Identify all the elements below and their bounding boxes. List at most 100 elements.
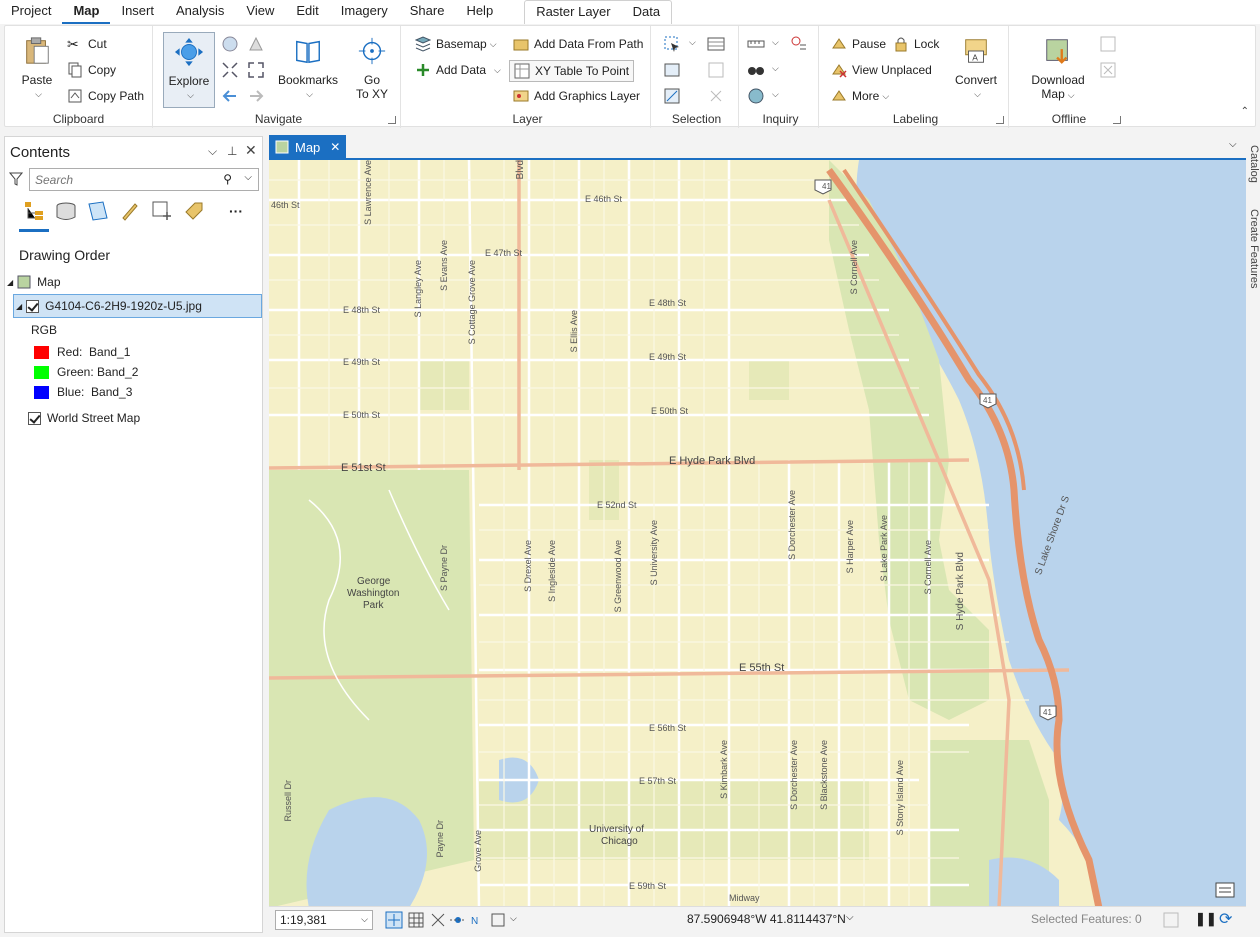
menu-share[interactable]: Share bbox=[399, 0, 456, 24]
snapping-icon[interactable] bbox=[429, 911, 447, 929]
go-to-xy-button[interactable]: Go To XY bbox=[351, 36, 393, 101]
pin-icon[interactable]: ⊥ bbox=[227, 144, 237, 158]
menu-map[interactable]: Map bbox=[62, 0, 111, 24]
collapse-ribbon-icon[interactable]: ⌃ bbox=[1241, 106, 1249, 117]
measure-icon[interactable] bbox=[747, 35, 765, 53]
fixed-zoom-in-icon[interactable] bbox=[221, 61, 239, 79]
more-labeling-button[interactable]: More ⌵ bbox=[831, 88, 889, 104]
list-by-editing-icon[interactable] bbox=[119, 200, 141, 222]
street-map-canvas[interactable] bbox=[269, 160, 1246, 906]
select-by-location-icon[interactable] bbox=[663, 87, 681, 105]
close-icon[interactable]: ✕ bbox=[245, 142, 257, 159]
chevron-down-icon[interactable]: ⌵ bbox=[689, 37, 696, 48]
constraints-icon[interactable] bbox=[449, 911, 467, 929]
scale-dropdown[interactable]: 1:19,381 ⌵ bbox=[275, 910, 373, 930]
menu-project[interactable]: Project bbox=[0, 0, 62, 24]
lock-labels-button[interactable]: Lock bbox=[893, 36, 939, 52]
menu-analysis[interactable]: Analysis bbox=[165, 0, 235, 24]
list-by-drawing-order-icon[interactable] bbox=[23, 200, 45, 222]
basemap-layer-row[interactable]: World Street Map bbox=[28, 411, 140, 425]
sync-icon[interactable] bbox=[1099, 35, 1117, 53]
pause-labeling-button[interactable]: Pause bbox=[831, 36, 886, 52]
basemap-visibility-checkbox[interactable] bbox=[28, 411, 41, 425]
menu-insert[interactable]: Insert bbox=[110, 0, 165, 24]
grid-icon[interactable] bbox=[407, 911, 425, 929]
convert-button[interactable]: A Convert ⌵ bbox=[951, 36, 1001, 101]
add-data-button[interactable]: Add Data ⌵ bbox=[415, 62, 501, 78]
search-input[interactable] bbox=[30, 169, 220, 190]
menu-data[interactable]: Data bbox=[622, 1, 671, 25]
copy-button[interactable]: Copy bbox=[67, 62, 116, 78]
chevron-down-icon[interactable]: ⌵ bbox=[846, 912, 854, 923]
chevron-down-icon[interactable]: ⌵ bbox=[772, 63, 779, 74]
full-extent-icon[interactable] bbox=[221, 35, 239, 53]
download-map-button[interactable]: Download Map ⌵ bbox=[1021, 36, 1095, 102]
zoom-to-layer-icon[interactable] bbox=[247, 35, 265, 53]
refresh-map-icon[interactable] bbox=[1163, 911, 1179, 929]
clear-selection-icon[interactable] bbox=[707, 87, 725, 105]
layer-visibility-checkbox[interactable] bbox=[26, 299, 40, 313]
cut-button[interactable]: ✂ Cut bbox=[67, 36, 107, 52]
refresh-icon[interactable]: ⟳ bbox=[1219, 909, 1232, 929]
green-swatch[interactable] bbox=[34, 365, 49, 379]
filter-icon[interactable] bbox=[9, 172, 23, 186]
collapse-triangle-icon[interactable]: ◢ bbox=[16, 302, 22, 311]
map-tree-node[interactable]: ◢ Map bbox=[7, 275, 61, 289]
locate-icon[interactable] bbox=[790, 35, 808, 53]
dialog-launcher-icon[interactable] bbox=[1113, 116, 1121, 124]
remove-offline-icon[interactable] bbox=[1099, 61, 1117, 79]
xy-table-to-point-button[interactable]: XY Table To Point bbox=[509, 60, 635, 82]
copy-path-button[interactable]: Copy Path bbox=[67, 88, 144, 104]
menu-imagery[interactable]: Imagery bbox=[330, 0, 399, 24]
infographics-icon[interactable] bbox=[747, 61, 765, 79]
menu-view[interactable]: View bbox=[235, 0, 285, 24]
map-notes-icon[interactable] bbox=[1214, 880, 1236, 900]
tab-map[interactable]: Map ✕ bbox=[269, 135, 346, 159]
blue-swatch[interactable] bbox=[34, 385, 49, 399]
map-status-bar: 1:19,381 ⌵ N ⌵ 87.5906948°W 41.8114437°N … bbox=[269, 906, 1246, 932]
chevron-down-icon[interactable]: ⌵ bbox=[772, 89, 779, 100]
bookmarks-button[interactable]: Bookmarks ⌵ bbox=[275, 36, 341, 101]
back-arrow-icon[interactable] bbox=[221, 87, 239, 105]
fixed-scale-icon[interactable] bbox=[385, 911, 403, 929]
north-arrow-icon[interactable]: N bbox=[469, 911, 487, 929]
select-by-attributes-icon[interactable] bbox=[663, 61, 681, 79]
raster-layer-row[interactable]: ◢ G4104-C6-2H9-1920z-U5.jpg bbox=[13, 294, 262, 318]
explore-button[interactable]: Explore ⌵ bbox=[163, 32, 215, 108]
menu-raster-layer[interactable]: Raster Layer bbox=[525, 1, 621, 25]
pane-options-icon[interactable]: ⌵ bbox=[208, 144, 217, 159]
list-by-labeling-icon[interactable] bbox=[183, 200, 205, 222]
close-icon[interactable]: ✕ bbox=[330, 140, 340, 154]
fixed-zoom-out-icon[interactable] bbox=[247, 61, 265, 79]
list-by-selection-icon[interactable] bbox=[87, 200, 109, 222]
list-by-source-icon[interactable] bbox=[55, 200, 77, 222]
view-unplaced-button[interactable]: View Unplaced bbox=[831, 62, 932, 78]
collapse-triangle-icon[interactable]: ◢ bbox=[7, 278, 13, 287]
dialog-launcher-icon[interactable] bbox=[996, 116, 1004, 124]
paste-button[interactable]: Paste ⌵ bbox=[17, 36, 57, 101]
map-view[interactable]: 41 41 41 46th St E 46th St E 47th St E 4… bbox=[269, 158, 1246, 906]
red-swatch[interactable] bbox=[34, 345, 49, 359]
more-options-icon[interactable]: ··· bbox=[229, 203, 243, 219]
switch-selection-icon[interactable] bbox=[707, 61, 725, 79]
attribute-table-icon[interactable] bbox=[707, 35, 725, 53]
coordinate-conversion-icon[interactable] bbox=[747, 87, 765, 105]
chevron-down-icon[interactable]: ⌵ bbox=[772, 37, 779, 48]
list-by-snapping-icon[interactable] bbox=[151, 200, 173, 222]
add-data-from-path-button[interactable]: Add Data From Path bbox=[513, 36, 643, 52]
select-icon[interactable] bbox=[663, 35, 681, 53]
add-graphics-layer-button[interactable]: Add Graphics Layer bbox=[513, 88, 640, 104]
forward-arrow-icon[interactable] bbox=[247, 87, 265, 105]
dialog-launcher-icon[interactable] bbox=[388, 116, 396, 124]
create-features-dock-tab[interactable]: Create Features bbox=[1248, 209, 1260, 288]
catalog-dock-tab[interactable]: Catalog bbox=[1248, 145, 1260, 183]
correction-icon[interactable] bbox=[489, 911, 507, 929]
search-icon[interactable]: ⚲ bbox=[223, 172, 232, 186]
chevron-down-icon[interactable]: ⌵ bbox=[510, 913, 517, 924]
basemap-button[interactable]: Basemap ⌵ bbox=[415, 36, 497, 52]
menu-help[interactable]: Help bbox=[455, 0, 504, 24]
chevron-down-icon[interactable]: ⌵ bbox=[1229, 139, 1237, 150]
pause-drawing-icon[interactable]: ❚❚ bbox=[1195, 911, 1217, 927]
menu-edit[interactable]: Edit bbox=[285, 0, 329, 24]
chevron-down-icon[interactable]: ⌵ bbox=[244, 172, 252, 183]
